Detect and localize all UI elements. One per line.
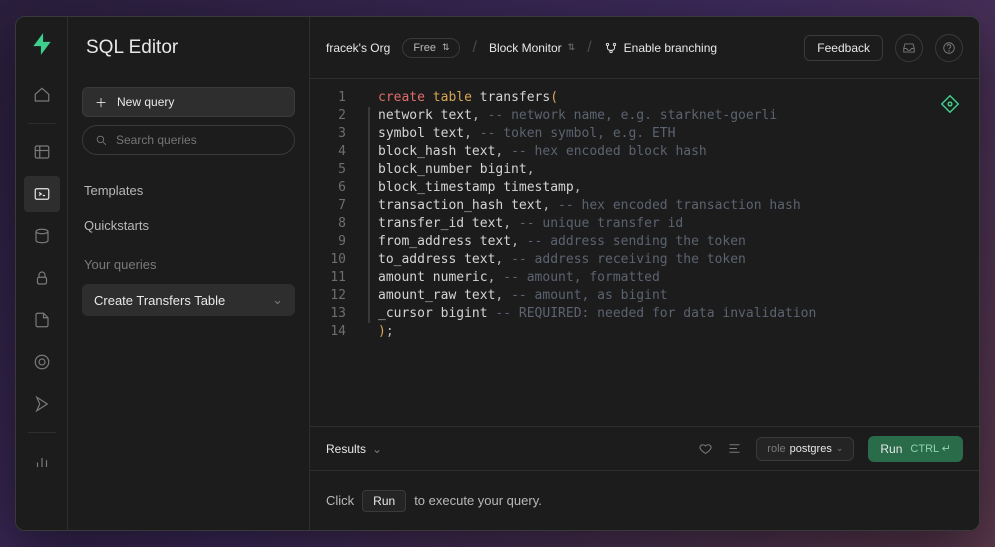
nav-home-icon[interactable]	[24, 77, 60, 113]
nav-reports-icon[interactable]	[24, 443, 60, 479]
main-pane: fracek's Org Free ⇅ / Block Monitor ⇅ / …	[310, 17, 979, 530]
chevron-down-icon: ⌄	[272, 292, 283, 308]
inbox-icon[interactable]	[895, 34, 923, 62]
select-icon: ⇅	[568, 42, 576, 53]
nav-realtime-icon[interactable]	[24, 386, 60, 422]
sidebar: SQL Editor ＋ New query Templates Quickst…	[68, 17, 310, 530]
nav-auth-icon[interactable]	[24, 260, 60, 296]
nav-storage-icon[interactable]	[24, 302, 60, 338]
search-queries-input[interactable]	[82, 125, 295, 155]
results-tab[interactable]: Results ⌄	[326, 442, 382, 456]
query-item-active[interactable]: Create Transfers Table ⌄	[82, 284, 295, 316]
icon-rail	[16, 17, 68, 530]
code-content[interactable]: create table transfers(network text, -- …	[358, 79, 979, 426]
assist-icon[interactable]	[939, 93, 961, 115]
inline-run-chip: Run	[362, 490, 406, 512]
your-queries-label: Your queries	[82, 247, 295, 276]
plus-icon: ＋	[95, 94, 107, 111]
feedback-button[interactable]: Feedback	[804, 35, 883, 61]
line-gutter: 1234567891011121314	[310, 79, 358, 426]
supabase-logo	[29, 31, 55, 57]
app-window: SQL Editor ＋ New query Templates Quickst…	[15, 16, 980, 531]
quickstarts-link[interactable]: Quickstarts	[82, 212, 295, 239]
nav-database-icon[interactable]	[24, 218, 60, 254]
plan-badge[interactable]: Free ⇅	[402, 38, 460, 58]
new-query-button[interactable]: ＋ New query	[82, 87, 295, 117]
help-icon[interactable]	[935, 34, 963, 62]
nav-edge-icon[interactable]	[24, 344, 60, 380]
results-empty-hint: Click Run to execute your query.	[310, 470, 979, 530]
templates-link[interactable]: Templates	[82, 177, 295, 204]
results-toolbar: Results ⌄ role postgres ⌄ Run CTRL ↵	[310, 426, 979, 470]
chevron-down-icon: ⌄	[836, 443, 844, 454]
select-icon: ⇅	[442, 42, 450, 53]
project-selector[interactable]: Block Monitor ⇅	[489, 41, 575, 55]
nav-sql-icon[interactable]	[24, 176, 60, 212]
chevron-down-icon: ⌄	[372, 442, 382, 456]
run-button[interactable]: Run CTRL ↵	[868, 436, 963, 462]
page-title: SQL Editor	[68, 17, 309, 79]
branch-icon	[604, 41, 618, 55]
format-icon[interactable]	[727, 441, 742, 456]
nav-table-icon[interactable]	[24, 134, 60, 170]
favorite-icon[interactable]	[698, 441, 713, 456]
org-name[interactable]: fracek's Org	[326, 41, 390, 55]
enable-branching-button[interactable]: Enable branching	[604, 41, 717, 55]
code-editor[interactable]: 1234567891011121314 create table transfe…	[310, 79, 979, 426]
topbar: fracek's Org Free ⇅ / Block Monitor ⇅ / …	[310, 17, 979, 79]
search-icon	[95, 134, 108, 147]
role-selector[interactable]: role postgres ⌄	[756, 437, 854, 461]
